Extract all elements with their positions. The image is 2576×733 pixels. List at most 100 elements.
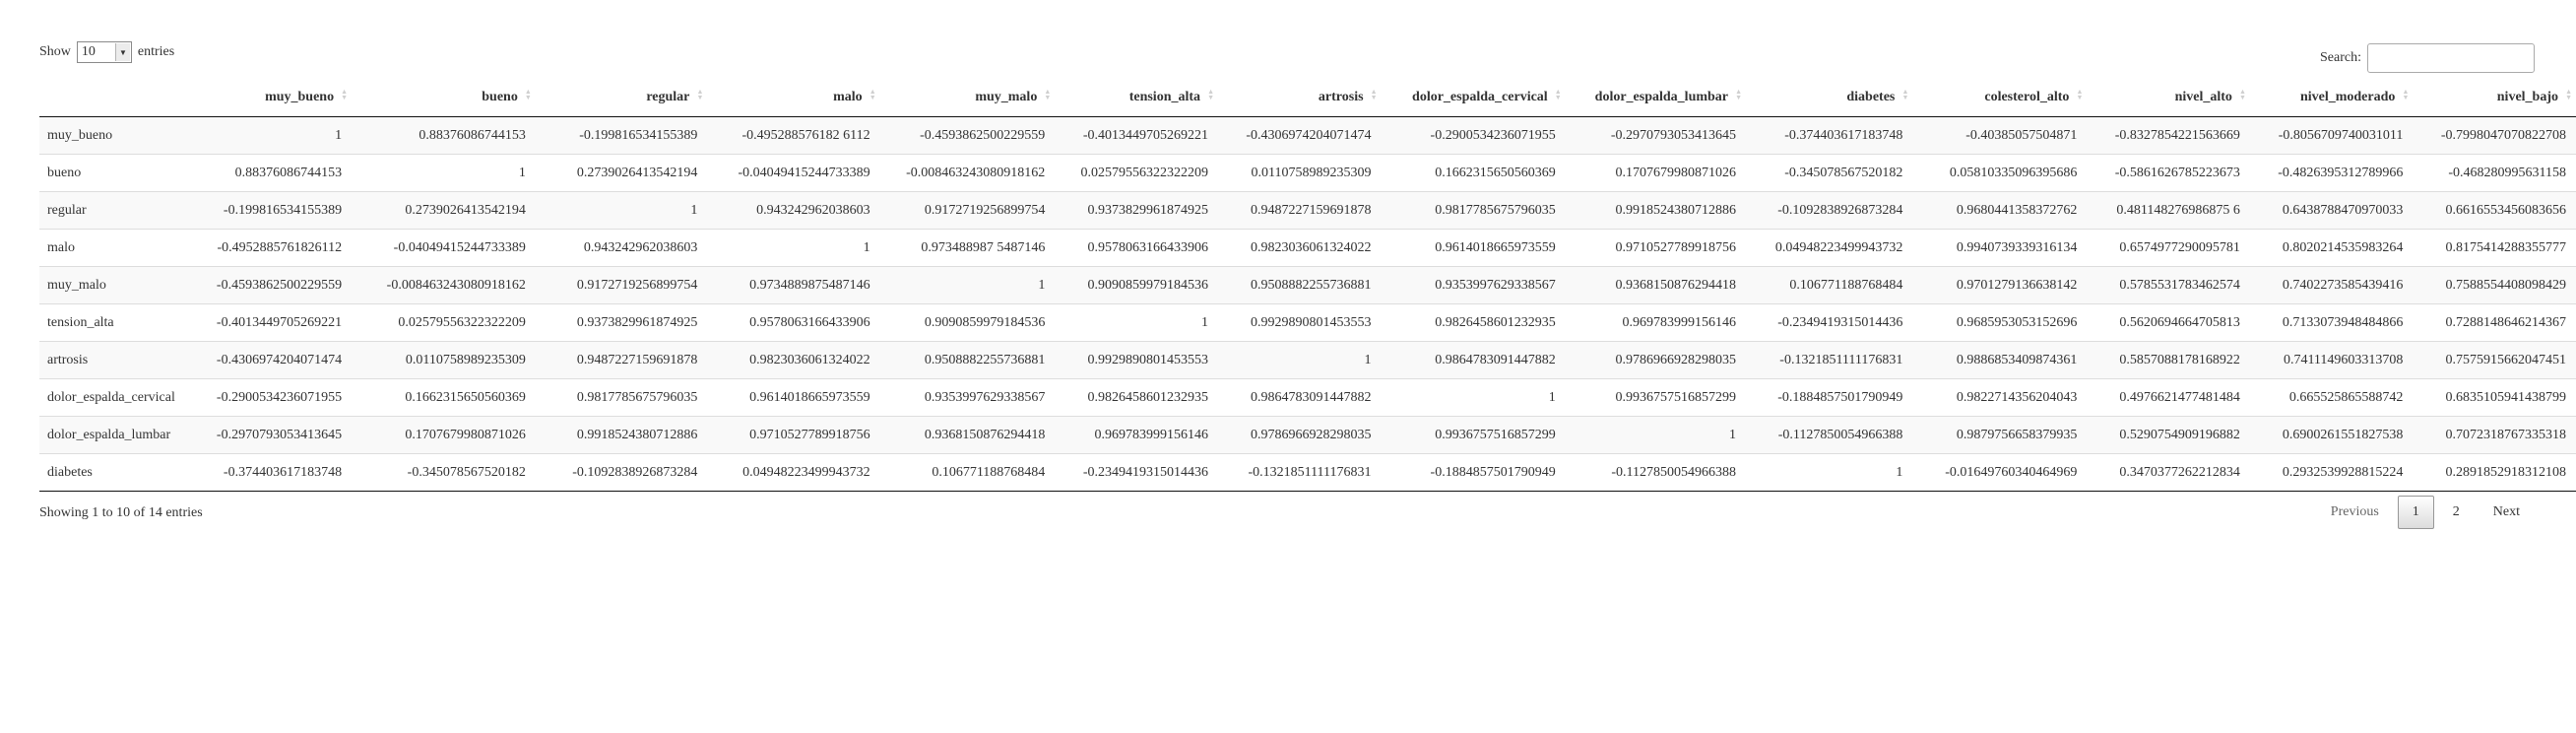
column-header-bueno[interactable]: bueno ▲ ▼ xyxy=(352,79,536,117)
table-cell: -0.04049415244733389 xyxy=(352,229,536,267)
table-cell: 0.9614018665973559 xyxy=(1381,229,1566,267)
table-row: bueno 0.88376086744153 1 0.2739026413542194… xyxy=(39,154,2576,192)
table-cell: 0.9373829961874925 xyxy=(1055,191,1219,230)
table-cell: 0.8175414288355777 xyxy=(2413,229,2576,267)
table-body: muy_bueno 1 0.88376086744153 -0.19981653415… xyxy=(39,116,2576,492)
table-cell: 0.5290754909196882 xyxy=(2087,416,2250,454)
table-cell: 0.9929890801453553 xyxy=(1218,303,1382,342)
column-header-dolor-espalda-lumbar[interactable]: dolor_espalda_lumbar ▲ ▼ xyxy=(1565,79,1747,117)
table-cell: -0.468280995631158 xyxy=(2413,154,2576,192)
table-cell: 0.2739026413542194 xyxy=(535,154,708,192)
table-cell: 1 xyxy=(1746,453,1913,492)
table-cell: 1 xyxy=(1055,303,1219,342)
table-cell: 0.9353997629338567 xyxy=(879,378,1056,417)
table-cell: 0.9918524380712886 xyxy=(535,416,708,454)
previous-button[interactable]: Previous xyxy=(2316,496,2394,529)
table-cell: 0.9508882255736881 xyxy=(1218,266,1382,304)
table-cell: 0.9701279136638142 xyxy=(1912,266,2088,304)
table-cell: 0.0110758989235309 xyxy=(1218,154,1382,192)
table-cell: 0.9826458601232935 xyxy=(1055,378,1219,417)
column-header-diabetes[interactable]: diabetes ▲ ▼ xyxy=(1746,79,1913,117)
column-header-tension-alta[interactable]: tension_alta ▲ ▼ xyxy=(1055,79,1219,117)
row-name-cell: dolor_espalda_cervical xyxy=(39,378,196,417)
column-header-malo[interactable]: malo ▲ ▼ xyxy=(707,79,880,117)
table-cell: -0.5861626785223673 xyxy=(2087,154,2250,192)
column-header-nivel-alto[interactable]: nivel_alto ▲ ▼ xyxy=(2087,79,2250,117)
length-menu: Show 10 ▼ entries xyxy=(39,41,174,63)
table-cell: -0.4306974204071474 xyxy=(1218,116,1382,155)
page-1-button[interactable]: 1 xyxy=(2397,496,2434,529)
table-cell: -0.1884857501790949 xyxy=(1746,378,1913,417)
table-row: diabetes -0.374403617183748 -0.34507856752… xyxy=(39,453,2576,492)
table-cell: -0.495288576182 6112 xyxy=(707,116,880,155)
table-cell: -0.1321851111176831 xyxy=(1218,453,1382,492)
table-cell: -0.374403617183748 xyxy=(195,453,353,492)
table-cell: 0.05810335096395686 xyxy=(1912,154,2088,192)
table-cell: 0.9710527789918756 xyxy=(1565,229,1747,267)
table-row: muy_bueno 1 0.88376086744153 -0.19981653415… xyxy=(39,116,2576,155)
column-header-label: regular xyxy=(646,90,690,104)
table-cell: -0.199816534155389 xyxy=(195,191,353,230)
column-header-artrosis[interactable]: artrosis ▲ ▼ xyxy=(1218,79,1382,117)
row-name-cell: dolor_espalda_lumbar xyxy=(39,416,196,454)
datatable-top-bar: Show 10 ▼ entries Search: xyxy=(39,37,2576,77)
table-cell: -0.2900534236071955 xyxy=(1381,116,1566,155)
row-name-cell: artrosis xyxy=(39,341,196,379)
chevron-down-icon: ▼ xyxy=(114,43,130,61)
column-header-dolor-espalda-cervical[interactable]: dolor_espalda_cervical ▲ ▼ xyxy=(1381,79,1566,117)
column-header-label: nivel_moderado xyxy=(2299,90,2396,104)
column-header-label: diabetes xyxy=(1846,90,1896,104)
table-cell: 0.6900261551827538 xyxy=(2249,416,2414,454)
table-cell: 0.9886853409874361 xyxy=(1912,341,2088,379)
table-cell: 0.9090859979184536 xyxy=(1055,266,1219,304)
table-cell: 0.9734889875487146 xyxy=(707,266,880,304)
column-header-colesterol-alto[interactable]: colesterol_alto ▲ ▼ xyxy=(1912,79,2088,117)
table-cell: 0.6574977290095781 xyxy=(2087,229,2250,267)
column-header-nivel-moderado[interactable]: nivel_moderado ▲ ▼ xyxy=(2249,79,2414,117)
table-cell: -0.1884857501790949 xyxy=(1381,453,1566,492)
column-header-label: colesterol_alto xyxy=(1984,90,2070,104)
column-header-muy-bueno[interactable]: muy_bueno ▲ ▼ xyxy=(195,79,353,117)
table-row: malo -0.4952885761826112 -0.04049415244733… xyxy=(39,229,2576,267)
table-cell: 0.9864783091447882 xyxy=(1218,378,1382,417)
table-cell: -0.4952885761826112 xyxy=(195,229,353,267)
table-cell: 0.9936757516857299 xyxy=(1565,378,1747,417)
table-cell: 0.9368150876294418 xyxy=(879,416,1056,454)
table-cell: 0.9710527789918756 xyxy=(707,416,880,454)
next-button[interactable]: Next xyxy=(2479,496,2535,529)
search-input[interactable] xyxy=(2367,43,2535,73)
column-header-regular[interactable]: regular ▲ ▼ xyxy=(535,79,708,117)
table-cell: 0.02579556322322209 xyxy=(352,303,536,342)
table-cell: 0.9826458601232935 xyxy=(1381,303,1566,342)
table-cell: 0.2739026413542194 xyxy=(352,191,536,230)
table-cell: -0.4013449705269221 xyxy=(1055,116,1219,155)
column-header-nivel-bajo[interactable]: nivel_bajo ▲ ▼ xyxy=(2413,79,2576,117)
sort-icon: ▲ ▼ xyxy=(2402,88,2410,101)
column-header-label: nivel_alto xyxy=(2174,90,2232,104)
table-cell: -0.345078567520182 xyxy=(352,453,536,492)
table-cell: 0.9940739339316134 xyxy=(1912,229,2088,267)
table-cell: -0.2900534236071955 xyxy=(195,378,353,417)
table-cell: 0.9929890801453553 xyxy=(1055,341,1219,379)
column-header-label: muy_malo xyxy=(975,90,1038,104)
table-cell: 1 xyxy=(1381,378,1566,417)
table-cell: -0.2349419315014436 xyxy=(1055,453,1219,492)
entries-select[interactable]: 10 ▼ xyxy=(76,41,132,63)
table-cell: 0.04948223499943732 xyxy=(1746,229,1913,267)
sort-icon: ▲ ▼ xyxy=(1554,88,1562,101)
table-cell: 0.8020214535983264 xyxy=(2249,229,2414,267)
sort-icon: ▲ ▼ xyxy=(1207,88,1215,101)
search-label: Search: xyxy=(2320,50,2361,65)
row-name-cell: muy_bueno xyxy=(39,116,196,155)
column-header-muy-malo[interactable]: muy_malo ▲ ▼ xyxy=(879,79,1056,117)
table-cell: 0.6835105941438799 xyxy=(2413,378,2576,417)
table-cell: 0.9578063166433906 xyxy=(707,303,880,342)
sort-icon: ▲ ▼ xyxy=(1901,88,1909,101)
table-cell: -0.199816534155389 xyxy=(535,116,708,155)
column-header-rownames[interactable] xyxy=(39,79,196,117)
page-2-button[interactable]: 2 xyxy=(2438,496,2475,529)
table-cell: 1 xyxy=(535,191,708,230)
table-cell: 0.7411149603313708 xyxy=(2249,341,2414,379)
sort-icon: ▲ ▼ xyxy=(2076,88,2084,101)
table-cell: 0.9823036061324022 xyxy=(1218,229,1382,267)
